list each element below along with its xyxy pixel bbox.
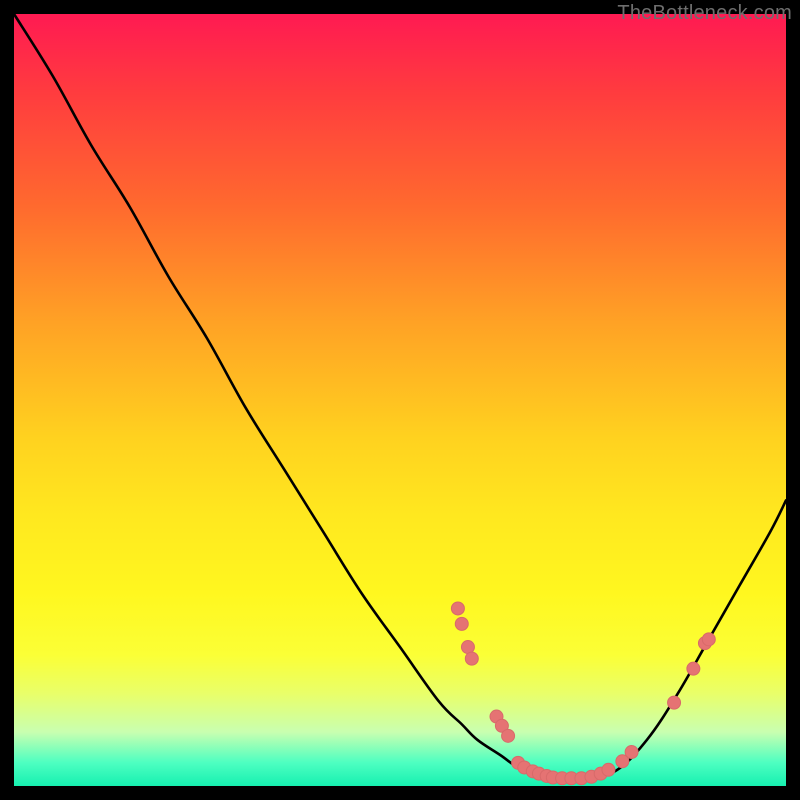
curve-markers <box>451 602 715 785</box>
curve-marker <box>668 696 681 709</box>
curve-marker <box>687 662 700 675</box>
curve-marker <box>461 641 474 654</box>
bottleneck-curve <box>14 14 786 779</box>
watermark-text: TheBottleneck.com <box>617 2 792 25</box>
curve-marker <box>702 633 715 646</box>
curve-marker <box>451 602 464 615</box>
chart-plot-area <box>14 14 786 786</box>
chart-svg <box>14 14 786 786</box>
curve-marker <box>625 746 638 759</box>
curve-marker <box>602 763 615 776</box>
curve-marker <box>502 729 515 742</box>
curve-marker <box>465 652 478 665</box>
curve-marker <box>455 617 468 630</box>
